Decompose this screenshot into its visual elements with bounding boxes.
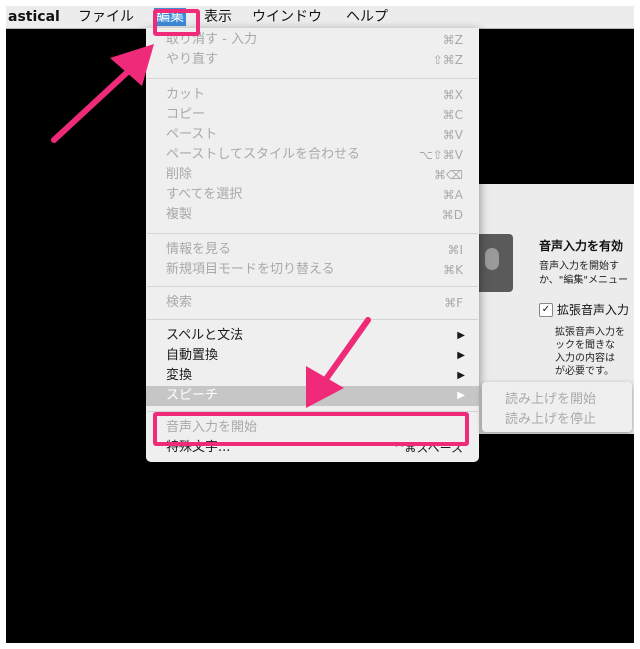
annotation-arrows <box>51 44 371 408</box>
arrow-to-edit-menu-icon <box>51 44 154 143</box>
screenshot-frame: astical ファイル 編集 表示 ウインドウ ヘルプ 音声入力を有効 音声入… <box>6 6 634 643</box>
arrow-to-dictation-icon <box>306 317 371 408</box>
